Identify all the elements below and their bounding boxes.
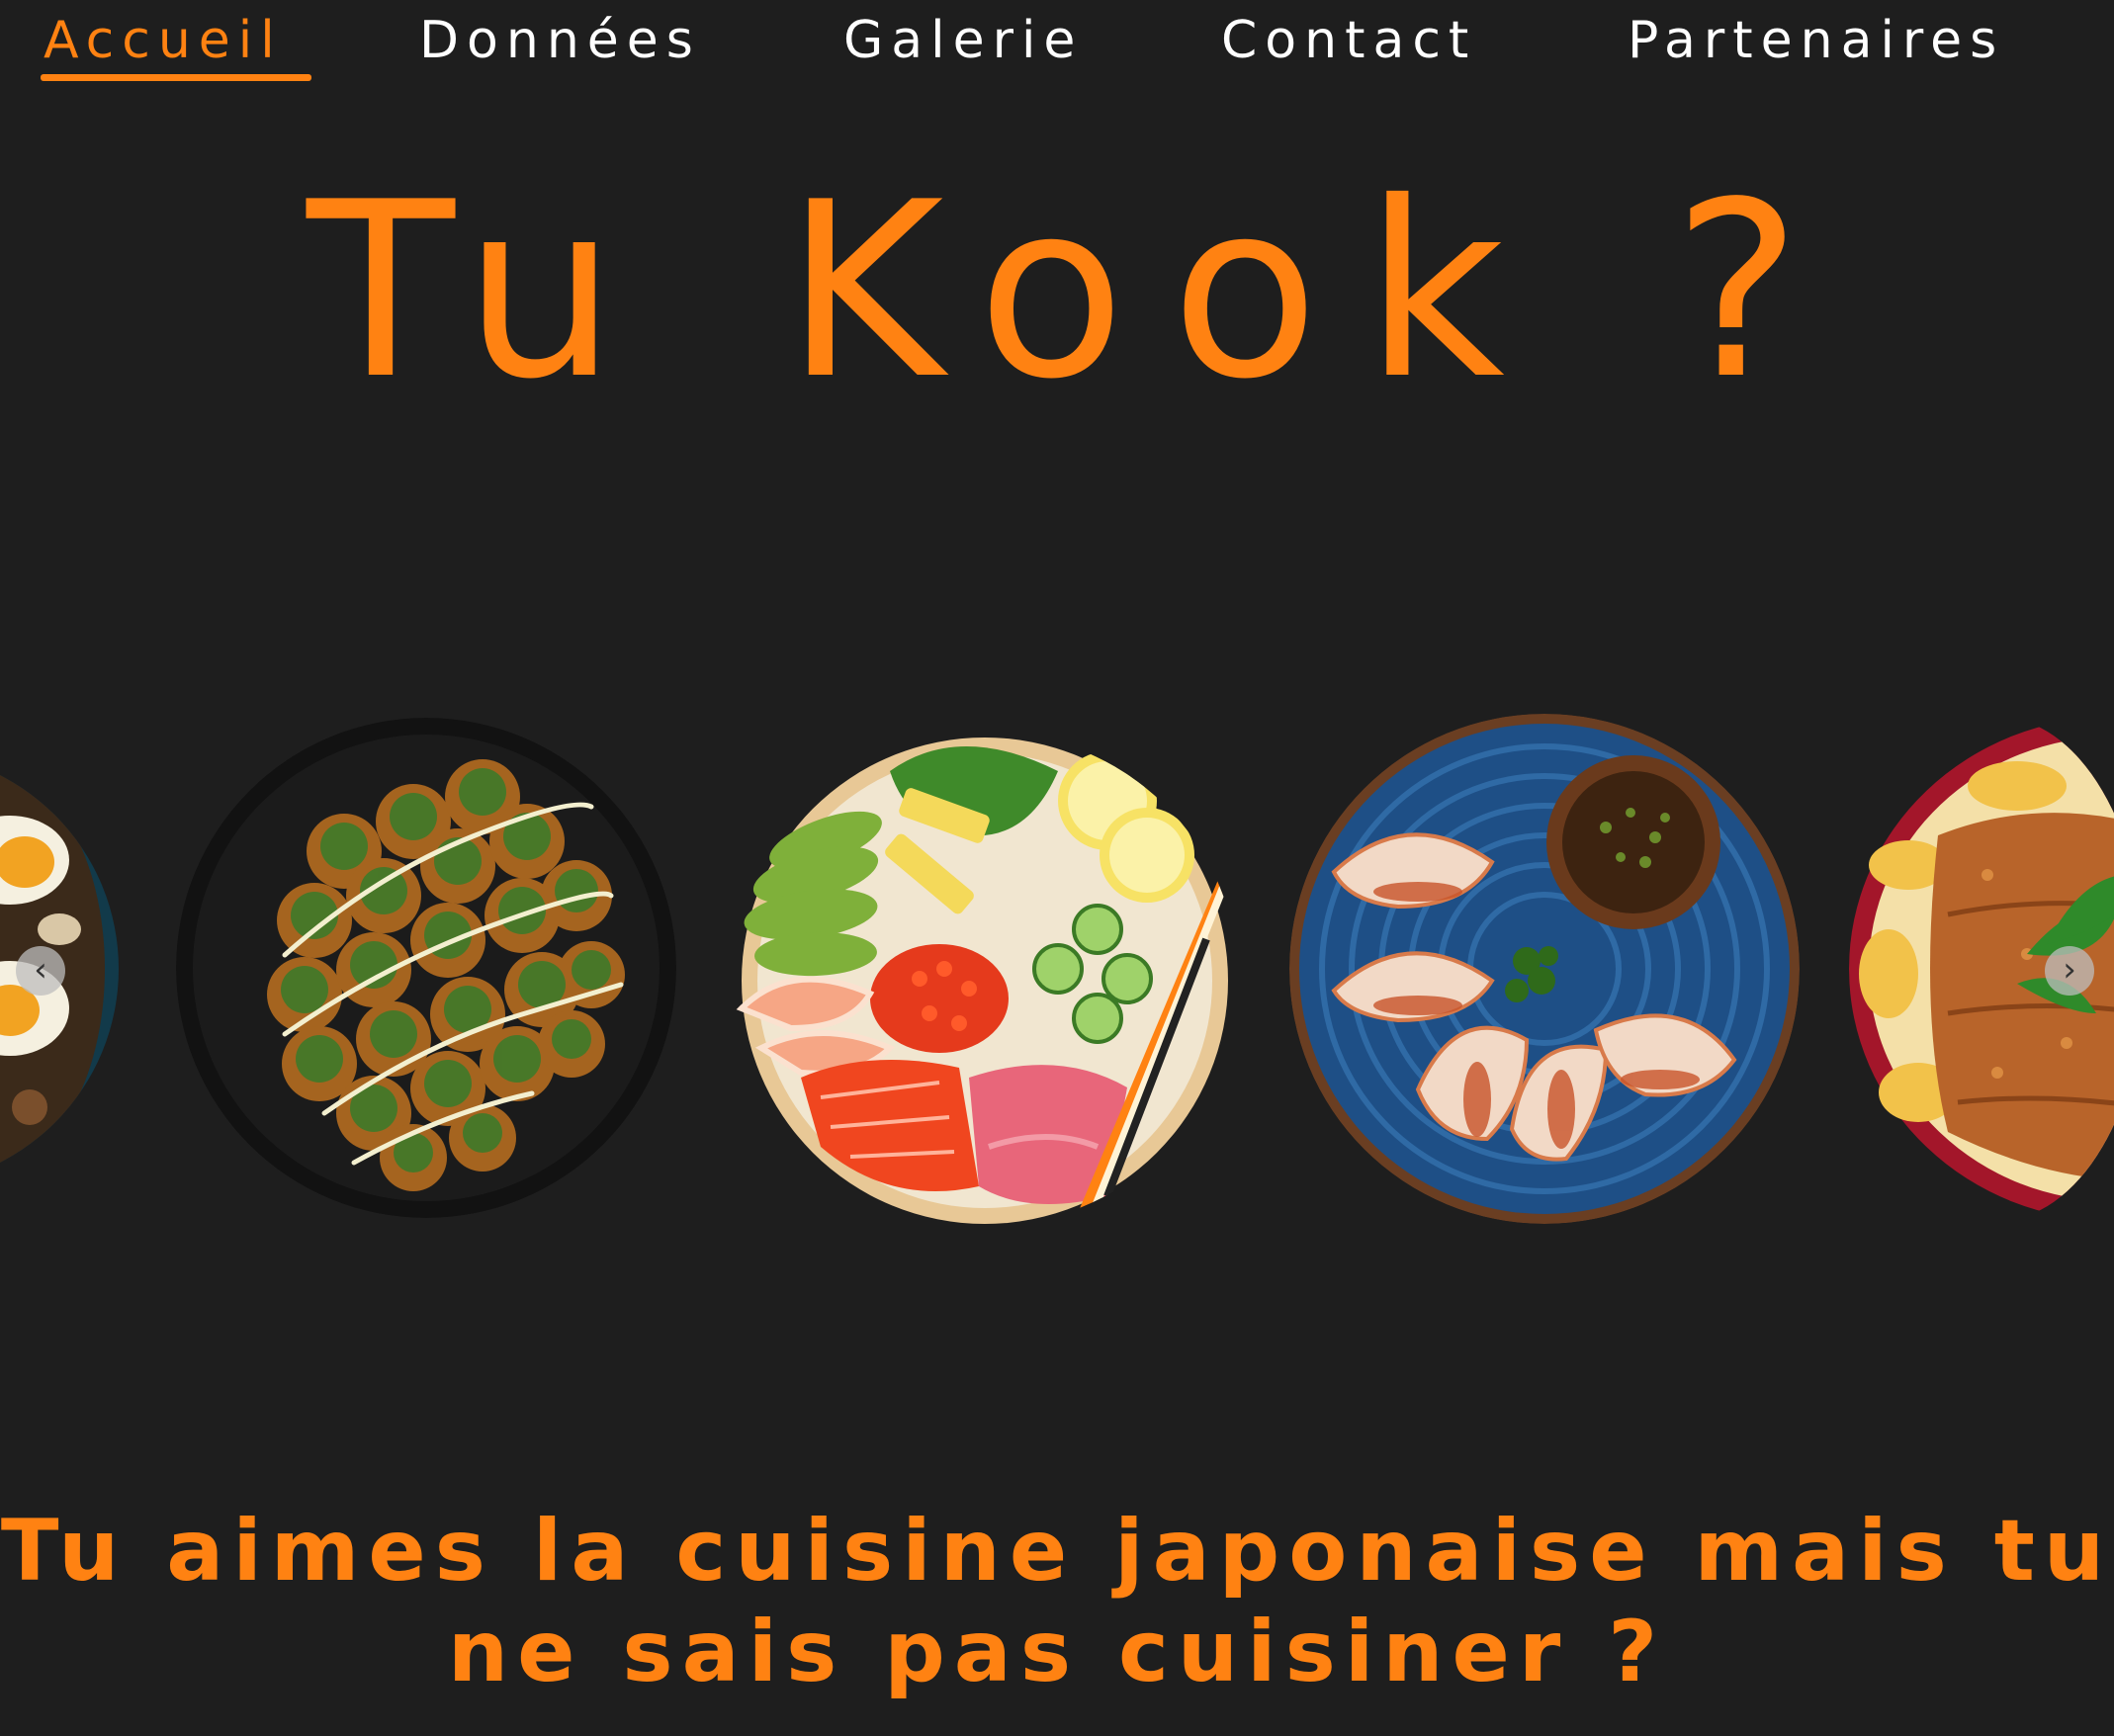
page-title: Tu Kook ?: [307, 150, 1847, 432]
carousel-prev-button[interactable]: ‹: [16, 946, 65, 996]
dish-carousel: [0, 692, 2114, 1246]
nav-item-accueil[interactable]: Accueil: [44, 10, 283, 71]
chirashi-bowl-image: [732, 732, 1238, 1226]
chevron-right-icon: ›: [2063, 950, 2076, 990]
takoyaki-plate-image: [176, 718, 676, 1218]
nav-item-partenaires[interactable]: Partenaires: [1628, 10, 2004, 71]
nav-item-donnees[interactable]: Données: [419, 10, 701, 71]
carousel-next-button[interactable]: ›: [2045, 946, 2094, 996]
tagline-line-1: Tu aimes la cuisine japonaise mais tu: [0, 1502, 2114, 1601]
active-nav-underline: [41, 74, 311, 81]
nav-item-galerie[interactable]: Galerie: [843, 10, 1083, 71]
chevron-left-icon: ‹: [34, 950, 47, 990]
tagline-line-2: ne sais pas cuisiner ?: [447, 1603, 1667, 1701]
tagline: Tu aimes la cuisine japonaise mais tu ne…: [0, 1501, 2114, 1702]
main-nav: Accueil Données Galerie Contact Partenai…: [0, 0, 2114, 89]
gyoza-plate-image: [1289, 714, 1800, 1224]
nav-item-contact[interactable]: Contact: [1221, 10, 1476, 71]
